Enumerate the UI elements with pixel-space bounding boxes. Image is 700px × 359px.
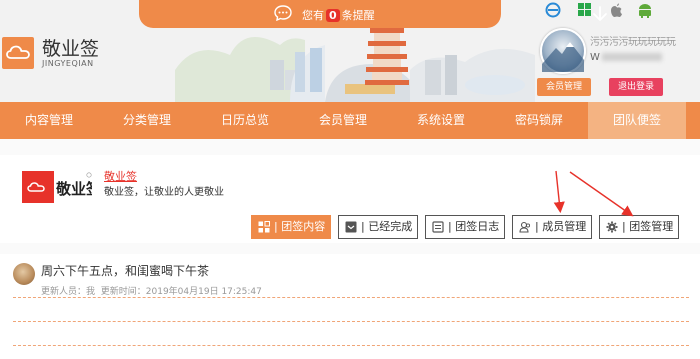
android-icon[interactable] bbox=[639, 4, 651, 18]
team-logo: 敬业签 bbox=[22, 171, 92, 203]
nav-item-team-notes[interactable]: 团队便签 bbox=[588, 102, 686, 139]
notification-count-badge: 0 bbox=[326, 9, 340, 22]
platform-icons bbox=[545, 2, 655, 18]
logout-button[interactable]: 退出登录 bbox=[609, 78, 663, 96]
ie-icon[interactable] bbox=[545, 2, 561, 18]
main-nav: 内容管理 分类管理 日历总览 会员管理 系统设置 密码锁屏 团队便签 bbox=[0, 102, 700, 139]
team-logo-text: 敬业签 bbox=[55, 180, 92, 198]
windows-icon[interactable] bbox=[578, 3, 591, 16]
gear-icon bbox=[606, 221, 618, 233]
note-divider bbox=[13, 297, 689, 298]
chat-bubble-icon bbox=[274, 5, 292, 21]
notification-text: 您有 0 条提醒 bbox=[302, 7, 375, 23]
note-updater: 我 bbox=[86, 287, 96, 297]
team-log-button[interactable]: | 团签日志 bbox=[425, 215, 505, 239]
nav-item-category[interactable]: 分类管理 bbox=[98, 102, 196, 139]
user-name: 污污污污玩玩玩玩玩 bbox=[590, 37, 676, 48]
notification-prefix: 您有 bbox=[302, 9, 324, 22]
team-manage-button[interactable]: | 团签管理 bbox=[599, 215, 679, 239]
team-description: 敬业签，让敬业的人更敬业 bbox=[104, 187, 224, 198]
note-meta: 更新人员：我 更新时间：2019年04月19日 17:25:47 bbox=[41, 284, 262, 297]
brand-logo-icon[interactable] bbox=[2, 37, 34, 69]
user-avatar[interactable] bbox=[540, 28, 586, 74]
brand-subtitle: JINGYEQIAN bbox=[42, 59, 94, 68]
completed-button[interactable]: | 已经完成 bbox=[338, 215, 418, 239]
note-time: 2019年04月19日 17:25:47 bbox=[145, 287, 262, 297]
nav-item-members[interactable]: 会员管理 bbox=[294, 102, 392, 139]
nav-item-content[interactable]: 内容管理 bbox=[0, 102, 98, 139]
team-manage-label: | 团签管理 bbox=[622, 220, 674, 233]
app-header: 您有 0 条提醒 敬业签 JINGYEQIAN 污污污污玩玩玩玩玩 W 会员管理… bbox=[0, 0, 700, 102]
users-icon bbox=[519, 221, 531, 233]
note-title[interactable]: 周六下午五点，和闺蜜喝下午茶 bbox=[41, 262, 209, 279]
team-name-underline bbox=[104, 181, 137, 182]
log-icon bbox=[432, 221, 444, 233]
member-management-button[interactable]: 会员管理 bbox=[537, 78, 591, 96]
user-id-redacted bbox=[601, 53, 662, 61]
note-time-label: 更新时间： bbox=[100, 287, 146, 297]
archive-icon bbox=[345, 221, 357, 233]
nav-item-lock-screen[interactable]: 密码锁屏 bbox=[490, 102, 588, 139]
note-divider bbox=[13, 345, 689, 346]
member-manage-label: | 成员管理 bbox=[535, 220, 587, 233]
note-list: 周六下午五点，和闺蜜喝下午茶 更新人员：我 更新时间：2019年04月19日 1… bbox=[0, 254, 700, 359]
team-log-label: | 团签日志 bbox=[448, 220, 500, 233]
team-action-bar: | 团签内容 | 已经完成 | 团签日志 | 成员管理 | 团签管理 bbox=[0, 215, 700, 239]
brand-title: 敬业签 bbox=[42, 38, 100, 60]
note-updater-label: 更新人员： bbox=[41, 287, 87, 297]
apple-icon[interactable] bbox=[611, 3, 622, 18]
main-content: 敬业签 敬业签 敬业签，让敬业的人更敬业 | 团签内容 | 已经完成 bbox=[0, 139, 700, 359]
notification-bar[interactable]: 您有 0 条提醒 bbox=[139, 0, 607, 28]
nav-item-calendar[interactable]: 日历总览 bbox=[196, 102, 294, 139]
nav-item-settings[interactable]: 系统设置 bbox=[392, 102, 490, 139]
member-manage-button[interactable]: | 成员管理 bbox=[512, 215, 592, 239]
cloud-icon bbox=[6, 45, 30, 59]
mountain-image bbox=[542, 42, 584, 72]
notification-suffix: 条提醒 bbox=[341, 9, 375, 22]
user-id-prefix: W bbox=[590, 52, 600, 63]
team-content-button[interactable]: | 团签内容 bbox=[251, 215, 331, 239]
grid-icon bbox=[258, 221, 270, 233]
note-divider bbox=[13, 321, 689, 322]
note-author-avatar[interactable] bbox=[13, 263, 35, 285]
team-content-label: | 团签内容 bbox=[274, 220, 326, 233]
user-id: W bbox=[590, 52, 662, 63]
completed-label: | 已经完成 bbox=[361, 220, 413, 233]
